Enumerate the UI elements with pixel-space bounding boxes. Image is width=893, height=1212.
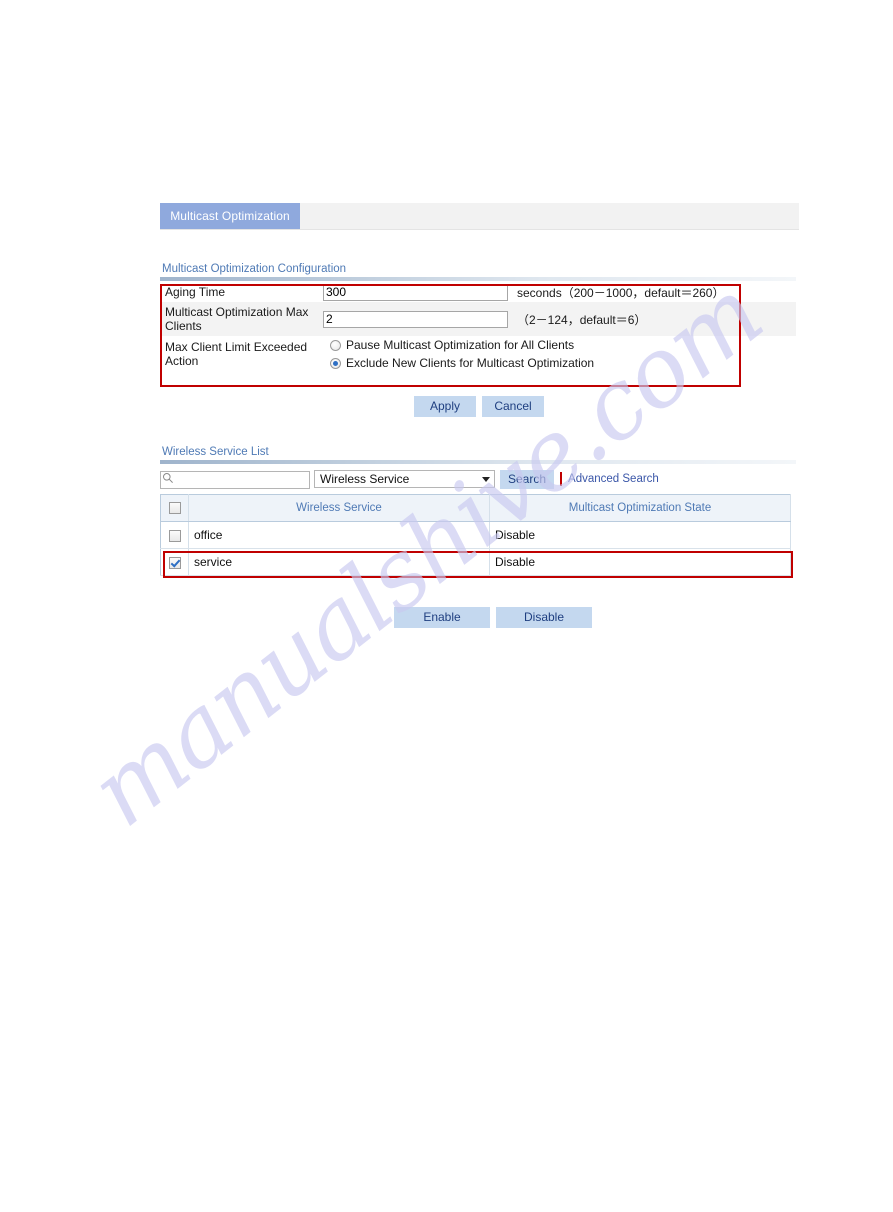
aging-time-field-cell (323, 282, 513, 302)
select-all-checkbox[interactable] (168, 501, 181, 514)
config-row-exceeded-action: Max Client Limit Exceeded Action Pause M… (160, 336, 796, 372)
aging-time-label: Aging Time (165, 285, 226, 299)
select-all-header (160, 494, 189, 522)
cell-multicast-state: Disable (489, 548, 791, 576)
max-clients-field-cell (323, 302, 513, 336)
search-filter-select[interactable]: Wireless Service (314, 470, 495, 488)
config-section-title: Multicast Optimization Configuration (162, 263, 347, 275)
page-canvas: Multicast Optimization Multicast Optimiz… (0, 0, 893, 1212)
search-button[interactable]: Search (500, 469, 555, 489)
max-clients-label: Multicast Optimization Max Clients (165, 305, 309, 333)
search-input-wrap (160, 470, 310, 489)
apply-button[interactable]: Apply (414, 396, 476, 417)
max-clients-hint: （2－124，default＝6） (517, 312, 647, 327)
list-section-title: Wireless Service List (162, 446, 269, 458)
row-checkbox-service[interactable] (168, 556, 181, 569)
radio-pause-label: Pause Multicast Optimization for All Cli… (346, 338, 575, 352)
aging-time-input[interactable] (323, 283, 508, 301)
config-row-max-clients: Multicast Optimization Max Clients （2－12… (160, 302, 796, 336)
row-checkbox-office[interactable] (168, 529, 181, 542)
cell-service-name: service (188, 548, 490, 576)
search-input[interactable] (160, 471, 310, 489)
search-filter-select-wrap[interactable]: Wireless Service (314, 470, 495, 488)
chevron-down-icon[interactable] (482, 477, 490, 482)
multicast-optimization-configuration-section: Multicast Optimization Configuration Agi… (160, 263, 796, 372)
cell-service-name: office (188, 521, 490, 549)
radio-pause-icon[interactable] (330, 339, 341, 351)
search-separator (560, 472, 563, 486)
disable-button[interactable]: Disable (496, 607, 592, 628)
cancel-button[interactable]: Cancel (482, 396, 544, 417)
config-action-buttons: Apply Cancel (414, 396, 544, 417)
tab-multicast-optimization[interactable]: Multicast Optimization (160, 203, 300, 229)
tab-strip: Multicast Optimization (160, 203, 799, 230)
list-section-divider (160, 460, 796, 464)
radio-option-pause[interactable]: Pause Multicast Optimization for All Cli… (323, 336, 796, 354)
row-select-cell (160, 548, 189, 576)
aging-time-hint: seconds（200－1000，default＝260） (517, 285, 725, 300)
advanced-search-link[interactable]: Advanced Search (568, 473, 659, 485)
radio-exclude-icon[interactable] (330, 357, 341, 369)
exceeded-action-options: Pause Multicast Optimization for All Cli… (323, 336, 796, 372)
enable-button[interactable]: Enable (394, 607, 490, 628)
wireless-service-list-section: Wireless Service List Wireless Service S… (160, 446, 796, 576)
wireless-service-table: Wireless Service Multicast Optimization … (160, 494, 791, 576)
list-action-buttons: Enable Disable (394, 607, 592, 628)
column-header-multicast-state: Multicast Optimization State (489, 494, 791, 522)
table-header-row: Wireless Service Multicast Optimization … (160, 494, 791, 522)
radio-option-exclude[interactable]: Exclude New Clients for Multicast Optimi… (323, 354, 796, 372)
radio-exclude-label: Exclude New Clients for Multicast Optimi… (346, 356, 595, 370)
cell-multicast-state: Disable (489, 521, 791, 549)
row-select-cell (160, 521, 189, 549)
search-bar: Wireless Service Search Advanced Search (160, 468, 796, 490)
configuration-table: Aging Time seconds（200－1000，default＝260）… (160, 282, 796, 372)
section-divider (160, 277, 796, 281)
table-row[interactable]: service Disable (160, 548, 791, 576)
exceeded-action-label: Max Client Limit Exceeded Action (165, 340, 308, 368)
max-clients-input[interactable] (323, 310, 508, 328)
column-header-wireless-service: Wireless Service (188, 494, 490, 522)
config-row-aging-time: Aging Time seconds（200－1000，default＝260） (160, 282, 796, 302)
table-row[interactable]: office Disable (160, 521, 791, 549)
